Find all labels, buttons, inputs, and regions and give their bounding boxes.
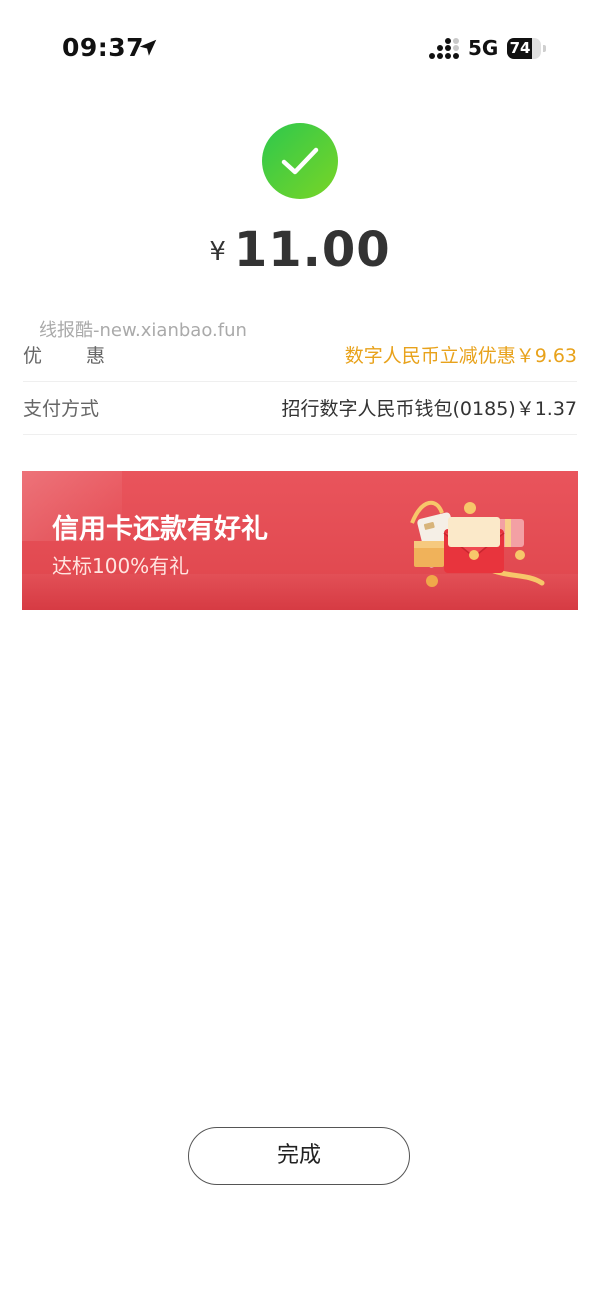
discount-value: 数字人民币立减优惠￥9.63 bbox=[344, 345, 577, 367]
battery-body: 74 bbox=[507, 38, 541, 59]
credit-card-promo-banner[interactable]: 信用卡还款有好礼 达标100%有礼 bbox=[22, 471, 578, 610]
currency-symbol: ¥ bbox=[209, 237, 226, 267]
battery-icon: 74 bbox=[507, 38, 547, 59]
location-arrow-icon bbox=[139, 39, 157, 56]
banner-title: 信用卡还款有好礼 bbox=[52, 514, 268, 545]
gift-box-icon bbox=[410, 500, 545, 587]
payment-method-label: 支付方式 bbox=[23, 398, 100, 420]
done-button[interactable]: 完成 bbox=[188, 1127, 410, 1185]
status-time: 09:37 bbox=[62, 33, 145, 62]
battery-cap bbox=[543, 45, 546, 52]
discount-label: 优惠 bbox=[23, 345, 150, 367]
signal-icon bbox=[429, 38, 459, 59]
discount-row: 优惠 数字人民币立减优惠￥9.63 bbox=[23, 327, 577, 382]
payment-method-row: 支付方式 招行数字人民币钱包(0185)￥1.37 bbox=[23, 380, 577, 435]
payment-method-value: 招行数字人民币钱包(0185)￥1.37 bbox=[281, 398, 577, 420]
status-bar: 09:37 5G 74 bbox=[0, 0, 600, 96]
battery-level: 74 bbox=[509, 39, 531, 57]
success-check-icon bbox=[262, 123, 338, 199]
amount-value: 11.00 bbox=[233, 222, 391, 278]
network-label: 5G bbox=[468, 36, 499, 60]
banner-subtitle: 达标100%有礼 bbox=[52, 554, 190, 578]
payment-amount: ¥11.00 bbox=[0, 222, 600, 278]
